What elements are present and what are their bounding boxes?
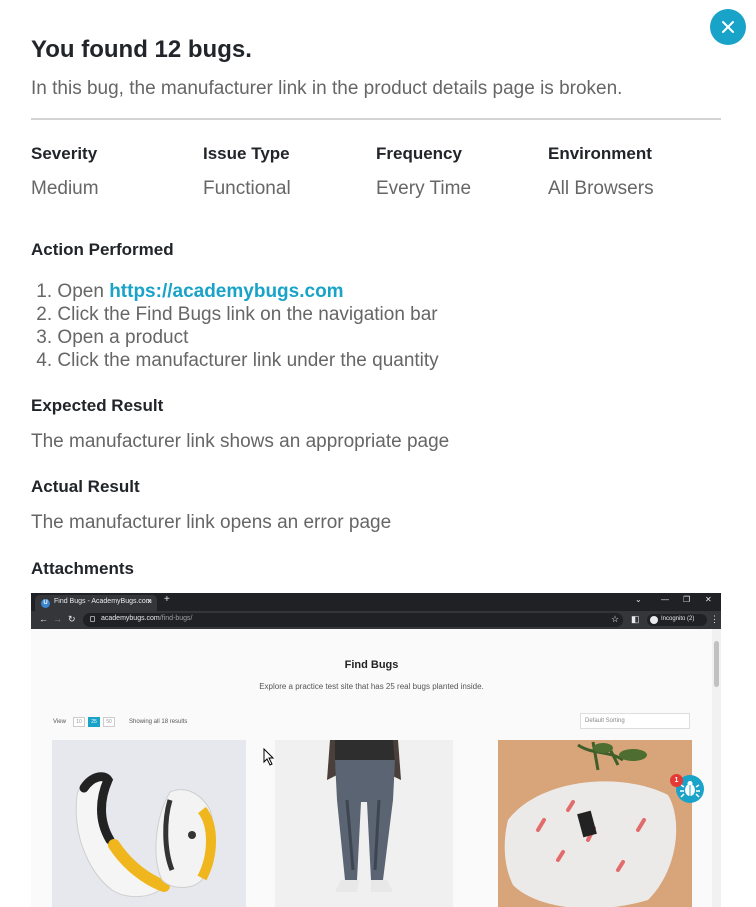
product-image-sneakers — [52, 740, 246, 907]
page-title: Find Bugs — [344, 659, 399, 671]
incognito-icon — [650, 616, 658, 624]
actual-heading: Actual Result — [31, 477, 140, 496]
view-label: View — [53, 719, 66, 725]
sidepanel-icon: ◧ — [631, 614, 640, 624]
mouse-cursor-icon — [263, 747, 275, 771]
forward-icon: → — [53, 614, 62, 624]
incognito-label: Incognito (2) — [661, 616, 695, 622]
menu-icon: ⋮ — [710, 614, 719, 624]
window-close-icon: ✕ — [705, 595, 712, 604]
chevron-down-icon: ⌄ — [635, 595, 642, 604]
step-text: Open a product — [57, 327, 189, 348]
expected-heading: Expected Result — [31, 396, 164, 415]
actual-text: The manufacturer link opens an error pag… — [31, 512, 392, 533]
sort-value: Default Sorting — [585, 718, 625, 724]
step-text: Click the manufacturer link under the qu… — [57, 350, 439, 371]
url-path: /find-bugs/ — [159, 615, 193, 622]
product-image-jeans — [275, 740, 453, 907]
attachments-heading: Attachments — [31, 559, 134, 578]
meta-environment: Environment All Browsers — [548, 144, 720, 200]
meta-label: Severity — [31, 144, 98, 163]
meta-value: Every Time — [376, 178, 472, 199]
results-count: Showing all 18 results — [129, 719, 188, 725]
modal-title: You found 12 bugs. — [31, 36, 252, 63]
bug-description: In this bug, the manufacturer link in th… — [31, 78, 623, 99]
product-image-shirt — [498, 740, 692, 907]
sneaker-image — [75, 772, 216, 897]
step-number: 1. — [36, 281, 53, 302]
view-option-active: 25 — [88, 717, 100, 727]
meta-label: Frequency — [376, 144, 462, 163]
restore-icon: ❐ — [683, 595, 691, 604]
expected-text: The manufacturer link shows an appropria… — [31, 431, 450, 452]
meta-value: Functional — [203, 178, 291, 199]
meta-severity: Severity Medium — [31, 144, 203, 200]
scroll-thumb — [714, 641, 719, 687]
list-item: 2. Click the Find Bugs link on the navig… — [31, 303, 439, 326]
url-host: academybugs.com — [101, 615, 160, 622]
shirt-image — [504, 741, 677, 907]
list-item: 3. Open a product — [31, 326, 439, 349]
academybugs-link[interactable]: https://academybugs.com — [109, 281, 343, 302]
view-option: 10 — [73, 717, 85, 727]
view-option: 50 — [103, 717, 115, 727]
minimize-icon: — — [661, 595, 669, 604]
meta-frequency: Frequency Every Time — [376, 144, 548, 200]
browser-tab-strip: U Find Bugs - AcademyBugs.com × + ⌄ — ❐ … — [31, 593, 721, 611]
scrollbar — [712, 629, 721, 907]
meta-label: Environment — [548, 144, 652, 163]
close-icon — [722, 21, 734, 33]
list-item: 4. Click the manufacturer link under the… — [31, 349, 439, 372]
page-subtitle: Explore a practice test site that has 25… — [259, 682, 484, 691]
jeans-image — [327, 740, 401, 892]
meta-value: All Browsers — [548, 178, 654, 199]
action-heading: Action Performed — [31, 240, 174, 259]
close-button[interactable] — [710, 9, 746, 45]
meta-value: Medium — [31, 178, 99, 199]
list-item: 1. Open https://academybugs.com — [31, 280, 439, 303]
address-bar: academybugs.com/find-bugs/ — [83, 613, 623, 627]
star-icon: ☆ — [611, 614, 620, 624]
sort-select: Default Sorting — [580, 713, 690, 729]
browser-toolbar: ← → ↻ academybugs.com/find-bugs/ ☆ ◧ Inc… — [31, 611, 721, 629]
new-tab-icon: + — [164, 594, 170, 605]
tab-close-icon: × — [147, 597, 152, 606]
step-text: Click the Find Bugs link on the navigati… — [57, 304, 438, 325]
step-number: 4. — [36, 350, 53, 371]
bug-count-badge: 1 — [670, 774, 683, 787]
steps-list: 1. Open https://academybugs.com 2. Click… — [31, 280, 439, 372]
reload-icon: ↻ — [68, 614, 76, 624]
meta-issue-type: Issue Type Functional — [203, 144, 375, 200]
address-text: academybugs.com/find-bugs/ — [101, 615, 192, 622]
attachment-screenshot[interactable]: U Find Bugs - AcademyBugs.com × + ⌄ — ❐ … — [31, 593, 721, 907]
lock-icon — [90, 616, 95, 622]
tab-title: Find Bugs - AcademyBugs.com — [54, 598, 152, 605]
divider — [31, 118, 721, 120]
step-text: Open — [57, 281, 110, 302]
back-icon: ← — [39, 614, 48, 624]
favicon-icon: U — [41, 599, 50, 608]
step-number: 3. — [36, 327, 53, 348]
browser-tab: U Find Bugs - AcademyBugs.com × — [35, 595, 157, 611]
incognito-indicator: Incognito (2) — [647, 614, 707, 626]
meta-label: Issue Type — [203, 144, 290, 163]
step-number: 2. — [36, 304, 53, 325]
